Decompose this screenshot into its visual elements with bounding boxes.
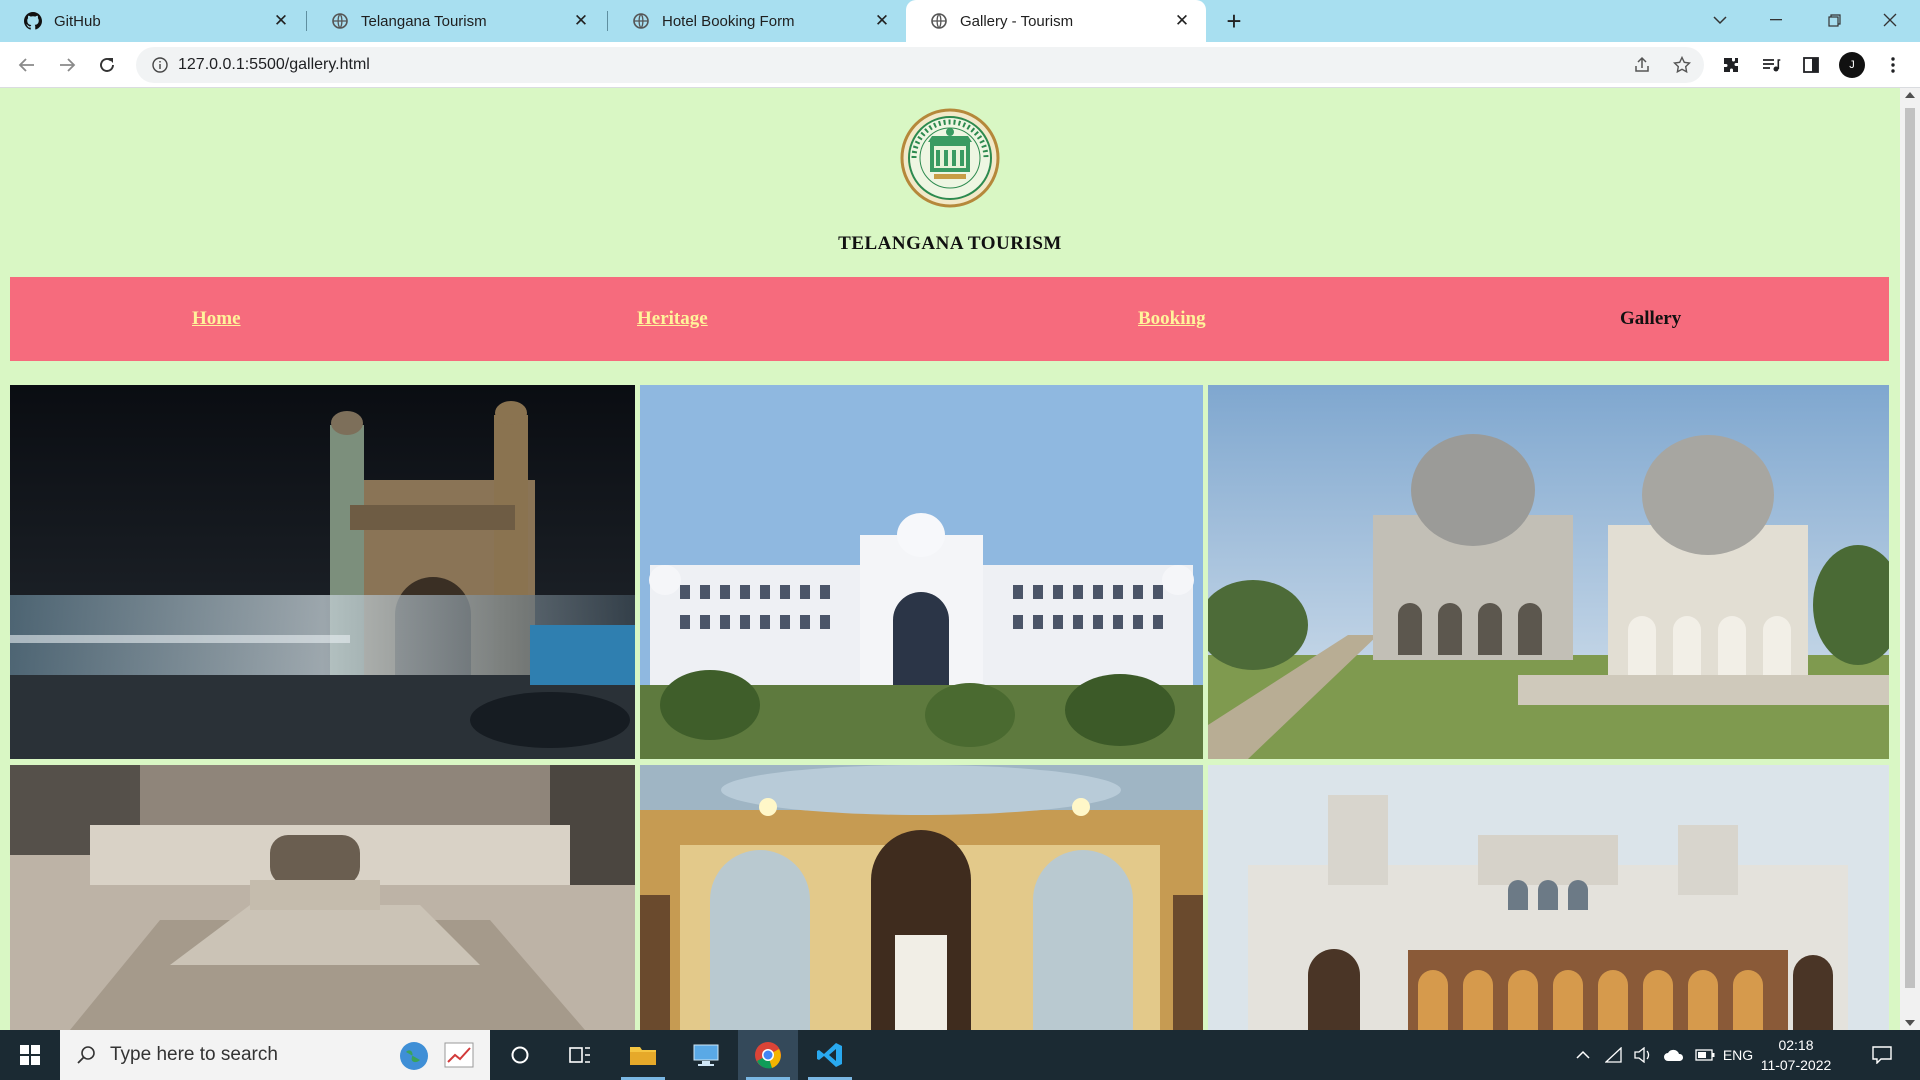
notifications-icon[interactable] bbox=[1862, 1030, 1902, 1080]
vscode-taskbar-icon[interactable] bbox=[800, 1030, 860, 1080]
side-panel-icon[interactable] bbox=[1794, 48, 1828, 82]
this-pc-icon[interactable] bbox=[676, 1030, 736, 1080]
browser-toolbar: 127.0.0.1:5500/gallery.html J bbox=[0, 42, 1920, 88]
profile-avatar[interactable]: J bbox=[1839, 52, 1865, 78]
tab-search-chevron-icon[interactable] bbox=[1692, 0, 1748, 40]
file-explorer-icon[interactable] bbox=[613, 1030, 673, 1080]
taskbar-search-box[interactable]: Type here to search bbox=[60, 1030, 490, 1080]
clock-date: 11-07-2022 bbox=[1760, 1057, 1832, 1073]
globe-icon bbox=[632, 12, 650, 30]
tab-label: GitHub bbox=[54, 12, 101, 30]
tab-label: Gallery - Tourism bbox=[960, 12, 1074, 30]
globe-icon bbox=[930, 12, 948, 30]
close-tab-icon[interactable]: ✕ bbox=[1172, 11, 1192, 31]
page-viewport: TELANGANA TOURISM Home Heritage Booking … bbox=[0, 88, 1900, 1030]
tab-gallery-tourism[interactable]: Gallery - Tourism ✕ bbox=[906, 0, 1206, 42]
gallery-image-marble-tomb[interactable] bbox=[10, 765, 635, 1030]
show-hidden-icons-icon[interactable] bbox=[1568, 1030, 1598, 1080]
scroll-down-arrow-icon[interactable] bbox=[1905, 1020, 1915, 1026]
gallery-image-charminar[interactable] bbox=[10, 385, 635, 759]
share-icon[interactable] bbox=[1624, 47, 1660, 83]
gallery-image-salar-jung-museum[interactable] bbox=[640, 385, 1203, 759]
scrollbar-thumb[interactable] bbox=[1905, 108, 1915, 988]
url-text[interactable]: 127.0.0.1:5500/gallery.html bbox=[178, 56, 370, 74]
search-icon bbox=[76, 1045, 96, 1065]
scroll-up-arrow-icon[interactable] bbox=[1905, 92, 1915, 98]
network-icon[interactable] bbox=[1600, 1030, 1628, 1080]
windows-taskbar: Type here to search ENG 02:18 11-07-2022 bbox=[0, 1030, 1920, 1080]
volume-icon[interactable] bbox=[1628, 1030, 1658, 1080]
task-view-icon[interactable] bbox=[550, 1030, 610, 1080]
government-seal-logo bbox=[900, 108, 1000, 208]
back-icon[interactable] bbox=[10, 48, 44, 82]
more-menu-icon[interactable] bbox=[1876, 48, 1910, 82]
nav-home-link[interactable]: Home bbox=[192, 277, 241, 361]
tab-telangana-tourism[interactable]: Telangana Tourism ✕ bbox=[307, 0, 605, 42]
profile-initial: J bbox=[1849, 59, 1855, 71]
nav-heritage-link[interactable]: Heritage bbox=[637, 277, 708, 361]
chart-widget-icon[interactable] bbox=[444, 1042, 474, 1073]
gallery-image-qutb-shahi-tombs[interactable] bbox=[1208, 385, 1889, 759]
close-tab-icon[interactable]: ✕ bbox=[872, 11, 892, 31]
tab-label: Hotel Booking Form bbox=[662, 12, 795, 30]
close-tab-icon[interactable]: ✕ bbox=[271, 11, 291, 31]
gallery-image-chowmahalla-palace[interactable] bbox=[1208, 765, 1889, 1030]
clock-time: 02:18 bbox=[1778, 1037, 1814, 1053]
site-title: TELANGANA TOURISM bbox=[838, 233, 1062, 254]
close-tab-icon[interactable]: ✕ bbox=[571, 11, 591, 31]
gallery-image-palace-interior[interactable] bbox=[640, 765, 1203, 1030]
tab-label: Telangana Tourism bbox=[361, 12, 487, 30]
minimize-icon[interactable] bbox=[1748, 0, 1804, 40]
nav-booking-link[interactable]: Booking bbox=[1138, 277, 1206, 361]
onedrive-icon[interactable] bbox=[1658, 1030, 1690, 1080]
page-scrollbar[interactable] bbox=[1900, 88, 1920, 1030]
browser-tab-strip: GitHub ✕ Telangana Tourism ✕ Hotel Booki… bbox=[0, 0, 1920, 42]
github-icon bbox=[24, 12, 42, 30]
taskbar-clock[interactable]: 02:18 11-07-2022 bbox=[1756, 1035, 1836, 1075]
language-indicator[interactable]: ENG bbox=[1720, 1030, 1756, 1080]
weather-widget-icon[interactable] bbox=[398, 1040, 430, 1077]
globe-icon bbox=[331, 12, 349, 30]
tab-github[interactable]: GitHub ✕ bbox=[0, 0, 305, 42]
close-window-icon[interactable] bbox=[1862, 0, 1918, 40]
extensions-icon[interactable] bbox=[1714, 48, 1748, 82]
bookmark-star-icon[interactable] bbox=[1664, 47, 1700, 83]
main-navbar: Home Heritage Booking Gallery bbox=[10, 277, 1889, 361]
battery-icon[interactable] bbox=[1690, 1030, 1720, 1080]
forward-icon[interactable] bbox=[50, 48, 84, 82]
media-control-icon[interactable] bbox=[1754, 48, 1788, 82]
chrome-taskbar-icon[interactable] bbox=[738, 1030, 798, 1080]
search-placeholder: Type here to search bbox=[110, 1044, 278, 1065]
windows-start-icon[interactable] bbox=[0, 1030, 60, 1080]
restore-icon[interactable] bbox=[1806, 0, 1862, 40]
reload-icon[interactable] bbox=[90, 48, 124, 82]
address-bar[interactable]: 127.0.0.1:5500/gallery.html bbox=[136, 47, 1704, 83]
nav-gallery-current: Gallery bbox=[1620, 308, 1682, 329]
tab-hotel-booking-form[interactable]: Hotel Booking Form ✕ bbox=[608, 0, 906, 42]
site-info-icon[interactable] bbox=[142, 57, 178, 73]
new-tab-icon[interactable]: + bbox=[1218, 5, 1250, 37]
cortana-icon[interactable] bbox=[490, 1030, 550, 1080]
